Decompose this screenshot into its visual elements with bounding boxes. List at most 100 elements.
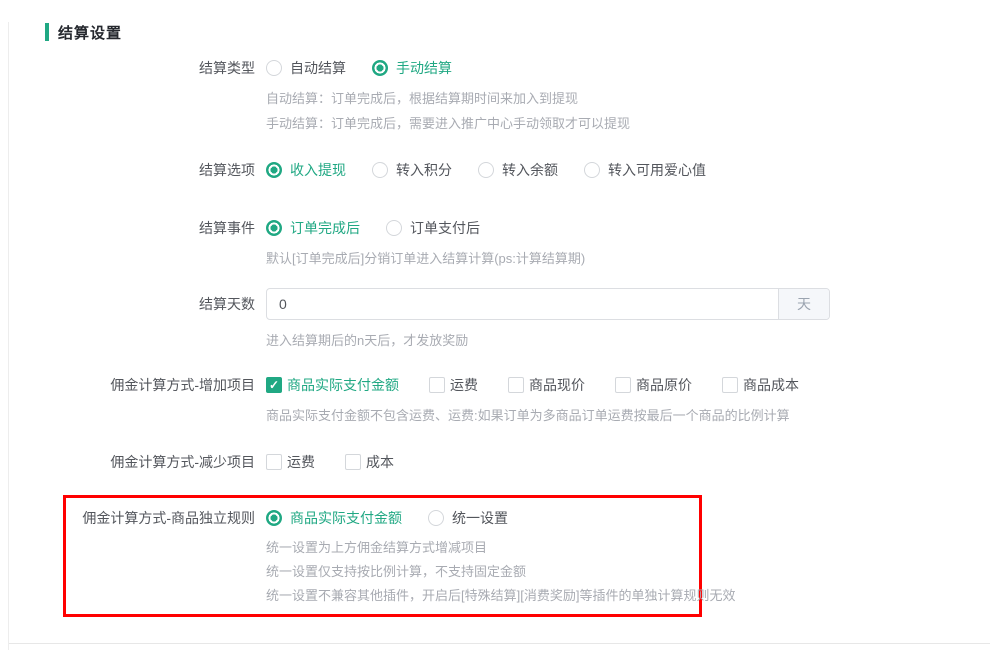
radio-settlement-option-1[interactable]: 转入积分 [372,160,452,180]
radio-settlement-type-0[interactable]: 自动结算 [266,58,346,78]
checkbox-icon [429,377,445,393]
option-label: 运费 [287,452,315,472]
settlement-event-controls: 订单完成后 订单支付后 [266,218,480,238]
checkbox-commission-subtract-items-0[interactable]: 运费 [266,452,315,472]
commission-add-items-help: 商品实际支付金额不包含运费、运费:如果订单为多商品订单运费按最后一个商品的比例计… [266,403,990,428]
commission-subtract-items-controls: 运费 成本 [266,452,394,472]
help-text: 商品实际支付金额不包含运费、运费:如果订单为多商品订单运费按最后一个商品的比例计… [266,403,990,428]
checkbox-commission-add-items-1[interactable]: 运费 [429,375,478,395]
highlight-box: 佣金计算方式-商品独立规则 商品实际支付金额 统一设置统一设置为上方佣金结算方式增减… [63,495,702,617]
radio-settlement-event-1[interactable]: 订单支付后 [386,218,480,238]
checkbox-icon [345,454,361,470]
checkbox-icon [508,377,524,393]
form-row-settlement-event: 结算事件 订单完成后 订单支付后 [0,218,990,238]
radio-commission-product-rule-0[interactable]: 商品实际支付金额 [266,508,402,528]
help-text: 手动结算：订单完成后，需要进入推广中心手动领取才可以提现 [266,111,990,136]
settlement-days-input-wrap: 天 [266,288,830,320]
commission-add-items-controls: ✓ 商品实际支付金额 运费 商品现价 商品原价 商品成本 [266,375,799,395]
settlement-days-input[interactable] [267,289,778,319]
form-row-settlement-option: 结算选项 收入提现 转入积分 转入余额 转入可用爱心值 [0,160,990,180]
checkbox-icon: ✓ [266,377,282,393]
settings-form: 结算类型 自动结算 手动结算自动结算：订单完成后，根据结算期时间来加入到提现手动结算… [0,58,990,617]
checkbox-commission-add-items-2[interactable]: 商品现价 [508,375,585,395]
form-row-settlement-type: 结算类型 自动结算 手动结算 [0,58,990,78]
help-text: 进入结算期后的n天后，才发放奖励 [266,328,990,353]
settlement-type-help: 自动结算：订单完成后，根据结算期时间来加入到提现手动结算：订单完成后，需要进入推… [266,86,990,136]
checkbox-icon [722,377,738,393]
option-label: 自动结算 [290,58,346,78]
help-text: 默认[订单完成后]分销订单进入结算计算(ps:计算结算期) [266,246,990,271]
radio-settlement-option-2[interactable]: 转入余额 [478,160,558,180]
option-label: 收入提现 [290,160,346,180]
option-label: 手动结算 [396,58,452,78]
form-row-commission-subtract-items: 佣金计算方式-减少项目 运费 成本 [0,452,990,472]
settlement-event-help: 默认[订单完成后]分销订单进入结算计算(ps:计算结算期) [266,246,990,271]
form-row-commission-product-rule: 佣金计算方式-商品独立规则 商品实际支付金额 统一设置 [66,508,699,528]
settlement-type-controls: 自动结算 手动结算 [266,58,452,78]
row-group-settlement-type: 结算类型 自动结算 手动结算自动结算：订单完成后，根据结算期时间来加入到提现手动结算… [0,58,990,136]
settlement-event-label: 结算事件 [0,218,255,238]
option-label: 商品成本 [743,375,799,395]
form-row-settlement-days: 结算天数 天 [0,288,990,320]
bottom-divider [9,643,990,644]
settlement-days-controls: 天 [266,288,830,320]
option-label: 转入可用爱心值 [608,160,706,180]
page-title: 结算设置 [58,22,122,43]
commission-subtract-items-label: 佣金计算方式-减少项目 [0,452,255,472]
option-label: 统一设置 [452,508,508,528]
option-label: 订单完成后 [290,218,360,238]
settlement-days-label: 结算天数 [0,294,255,314]
option-label: 转入余额 [502,160,558,180]
settlement-days-unit-suffix: 天 [778,289,829,319]
settlement-option-controls: 收入提现 转入积分 转入余额 转入可用爱心值 [266,160,706,180]
help-text: 统一设置不兼容其他插件，开启后[特殊结算][消费奖励]等插件的单独计算规则无效 [266,584,699,608]
checkbox-commission-subtract-items-1[interactable]: 成本 [345,452,394,472]
row-group-commission-subtract-items: 佣金计算方式-减少项目 运费 成本 [0,452,990,472]
commission-add-items-label: 佣金计算方式-增加项目 [0,375,255,395]
radio-icon [386,220,402,236]
radio-icon [266,162,282,178]
commission-product-rule-label: 佣金计算方式-商品独立规则 [66,508,255,528]
radio-settlement-option-3[interactable]: 转入可用爱心值 [584,160,706,180]
radio-icon [372,60,388,76]
radio-icon [478,162,494,178]
option-label: 运费 [450,375,478,395]
radio-settlement-type-1[interactable]: 手动结算 [372,58,452,78]
radio-settlement-option-0[interactable]: 收入提现 [266,160,346,180]
checkbox-commission-add-items-4[interactable]: 商品成本 [722,375,799,395]
help-text: 自动结算：订单完成后，根据结算期时间来加入到提现 [266,86,990,111]
commission-product-rule-controls: 商品实际支付金额 统一设置 [266,508,508,528]
radio-icon [266,220,282,236]
checkbox-commission-add-items-0[interactable]: ✓ 商品实际支付金额 [266,375,399,395]
radio-icon [372,162,388,178]
row-group-settlement-days: 结算天数 天进入结算期后的n天后，才发放奖励 [0,288,990,353]
radio-icon [428,510,444,526]
settlement-type-label: 结算类型 [0,58,255,78]
row-group-settlement-option: 结算选项 收入提现 转入积分 转入余额 转入可用爱心值 [0,160,990,180]
option-label: 转入积分 [396,160,452,180]
section-accent-bar [45,23,49,41]
help-text: 统一设置仅支持按比例计算，不支持固定金额 [266,560,699,584]
panel-left-border [8,22,9,650]
option-label: 订单支付后 [410,218,480,238]
form-row-commission-add-items: 佣金计算方式-增加项目 ✓ 商品实际支付金额 运费 商品现价 商品原价 商品成本 [0,375,990,395]
help-text: 统一设置为上方佣金结算方式增减项目 [266,536,699,560]
option-label: 商品实际支付金额 [287,375,399,395]
commission-product-rule-help: 统一设置为上方佣金结算方式增减项目统一设置仅支持按比例计算，不支持固定金额统一设… [266,536,699,608]
option-label: 商品原价 [636,375,692,395]
option-label: 商品现价 [529,375,585,395]
radio-settlement-event-0[interactable]: 订单完成后 [266,218,360,238]
radio-icon [266,510,282,526]
radio-commission-product-rule-1[interactable]: 统一设置 [428,508,508,528]
radio-icon [584,162,600,178]
settlement-option-label: 结算选项 [0,160,255,180]
row-group-settlement-event: 结算事件 订单完成后 订单支付后默认[订单完成后]分销订单进入结算计算(ps:计算结… [0,218,990,271]
checkbox-commission-add-items-3[interactable]: 商品原价 [615,375,692,395]
checkbox-icon [266,454,282,470]
radio-icon [266,60,282,76]
option-label: 商品实际支付金额 [290,508,402,528]
section-header: 结算设置 [45,22,990,42]
row-group-commission-add-items: 佣金计算方式-增加项目 ✓ 商品实际支付金额 运费 商品现价 商品原价 商品成本商品实际支付… [0,375,990,428]
checkbox-icon [615,377,631,393]
settlement-days-help: 进入结算期后的n天后，才发放奖励 [266,328,990,353]
